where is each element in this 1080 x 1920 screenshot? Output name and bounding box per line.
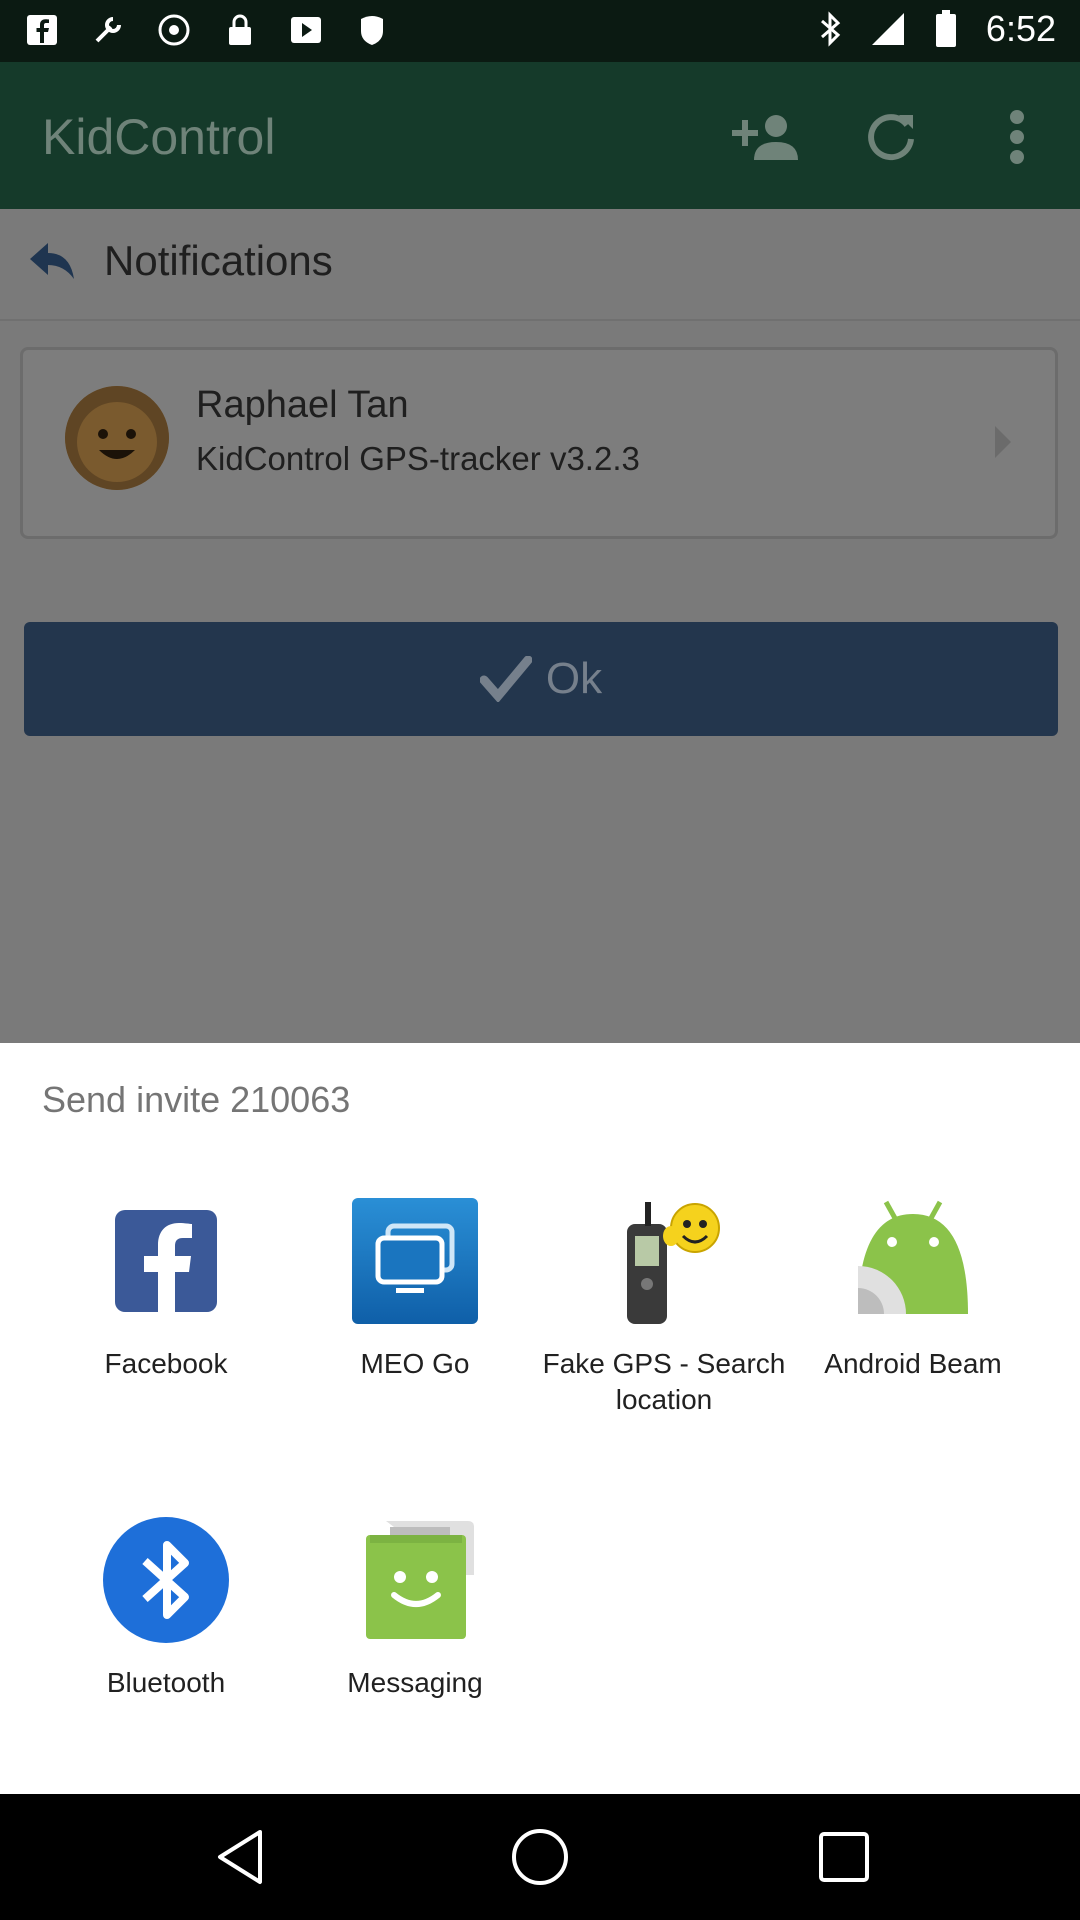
navigation-bar — [0, 1794, 1080, 1920]
more-vert-icon[interactable] — [982, 102, 1052, 172]
notifications-screen: Notifications Raphael Tan KidControl GPS… — [0, 209, 1080, 1043]
bluetooth-status-icon — [812, 11, 848, 47]
share-target-meo-go[interactable]: MEO Go — [290, 1196, 540, 1382]
share-target-android-beam[interactable]: Android Beam — [788, 1196, 1038, 1382]
chevron-right-icon — [993, 424, 1013, 465]
ok-button[interactable]: Ok — [24, 622, 1058, 736]
share-target-label: Facebook — [104, 1348, 228, 1379]
app-bar: KidControl — [0, 62, 1080, 209]
ok-button-label: Ok — [545, 654, 603, 703]
bluetooth-icon — [101, 1515, 231, 1645]
status-bar: 6:52 — [0, 0, 1080, 62]
share-target-label: Messaging — [347, 1667, 483, 1698]
back-icon[interactable] — [210, 1827, 270, 1887]
clock: 6:52 — [985, 8, 1056, 49]
messaging-icon — [350, 1515, 480, 1645]
home-icon[interactable] — [510, 1827, 570, 1887]
android-beam-icon — [848, 1196, 978, 1326]
share-target-label: Fake GPS - Search location — [542, 1348, 786, 1415]
share-target-label: MEO Go — [360, 1348, 470, 1379]
share-sheet: Send invite 210063 Facebook MEO Go Fake … — [0, 1043, 1080, 1794]
share-sheet-title: Send invite 210063 — [42, 1079, 351, 1120]
refresh-icon[interactable] — [856, 102, 926, 172]
card-subtitle: KidControl GPS-tracker v3.2.3 — [196, 440, 640, 477]
facebook-notification-icon — [24, 12, 60, 48]
app-title: KidControl — [42, 109, 276, 165]
notifications-title: Notifications — [104, 237, 333, 284]
notification-card[interactable]: Raphael Tan KidControl GPS-tracker v3.2.… — [20, 347, 1058, 539]
reply-back-icon[interactable] — [28, 239, 76, 288]
recents-icon[interactable] — [814, 1827, 874, 1887]
share-target-label: Android Beam — [824, 1348, 1002, 1379]
lock-icon — [222, 12, 258, 48]
checkmark-icon — [479, 656, 532, 702]
share-target-bluetooth[interactable]: Bluetooth — [41, 1515, 291, 1701]
share-target-messaging[interactable]: Messaging — [290, 1515, 540, 1701]
play-store-icon — [288, 12, 324, 48]
battery-icon — [928, 10, 964, 47]
meo-go-icon — [350, 1196, 480, 1326]
facebook-icon — [101, 1196, 231, 1326]
do-not-disturb-icon — [156, 12, 192, 48]
add-person-icon[interactable] — [728, 102, 798, 172]
notifications-header: Notifications — [0, 209, 1080, 321]
shield-icon — [354, 12, 390, 48]
share-target-label: Bluetooth — [106, 1667, 226, 1698]
card-name: Raphael Tan — [196, 384, 409, 426]
share-target-facebook[interactable]: Facebook — [41, 1196, 291, 1382]
signal-icon — [870, 11, 906, 47]
fake-gps-icon — [599, 1196, 729, 1326]
share-target-fake-gps[interactable]: Fake GPS - Search location — [539, 1196, 789, 1418]
wrench-icon — [90, 12, 126, 48]
avatar — [65, 386, 169, 490]
